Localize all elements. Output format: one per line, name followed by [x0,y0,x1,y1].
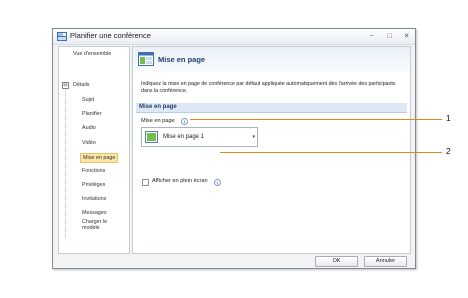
layout-description: Indiquez la mise en page de conférence p… [141,81,396,94]
dialog-window: Planifier une conférence − □ ✕ Vue d'ens… [52,28,416,269]
collapse-icon[interactable]: ⊟ [62,82,69,89]
callout-number-2: 2 [446,146,451,156]
layout-thumbnail-icon [145,131,158,143]
window-title: Planifier une conférence [70,31,151,40]
ok-button[interactable]: OK [315,256,358,267]
sidebar-item-details[interactable]: Détails [73,82,89,88]
sidebar-item-audio[interactable]: Audio [82,125,96,131]
sidebar-item-schedule[interactable]: Planifier [82,111,101,117]
sidebar-item-privileges[interactable]: Privilèges [82,182,105,188]
sidebar-item-overview[interactable]: Vue d'ensemble [73,51,111,57]
conference-app-icon [57,32,67,41]
minimize-icon[interactable]: − [367,32,376,41]
layout-settings-panel: Mise en page Indiquez la mise en page de… [132,46,411,254]
sidebar-item-layout[interactable]: Mise en page [80,153,119,163]
navigation-sidebar: Vue d'ensemble ⊟ Détails Sujet Planifier… [58,46,130,254]
panel-title: Mise en page [158,55,206,64]
sidebar-item-video[interactable]: Vidéo [82,140,96,146]
close-icon[interactable]: ✕ [402,32,411,41]
sidebar-item-features[interactable]: Fonctions [82,168,105,174]
layout-info-icon[interactable]: i [181,118,188,125]
cancel-button[interactable]: Annuler [364,256,407,267]
maximize-icon[interactable]: □ [385,32,394,41]
dropdown-arrow-icon[interactable]: ▾ [252,134,255,140]
callout-number-1: 1 [446,113,451,123]
sidebar-item-invitations[interactable]: Invitations [82,196,106,202]
section-header: Mise en page [136,103,407,113]
fullscreen-info-icon[interactable]: i [214,179,221,186]
panel-header: Mise en page [133,47,410,72]
layout-page-icon [138,52,154,66]
sidebar-item-load-template[interactable]: Charger le modèle [82,219,122,231]
sidebar-item-messages[interactable]: Messages [82,210,107,216]
title-bar: Planifier une conférence − □ ✕ [53,29,415,45]
section-title: Mise en page [139,104,177,110]
tree-connector [65,88,66,238]
layout-selected-value: Mise en page 1 [163,134,205,140]
layout-field-label: Mise en page [141,118,175,124]
sidebar-item-subject[interactable]: Sujet [82,97,94,103]
callout-line-2 [220,152,442,153]
fullscreen-checkbox[interactable] [142,179,149,186]
layout-dropdown[interactable]: Mise en page 1 ▾ [141,127,258,147]
callout-line-1 [190,119,442,120]
fullscreen-label[interactable]: Afficher en plein écran [152,178,208,184]
